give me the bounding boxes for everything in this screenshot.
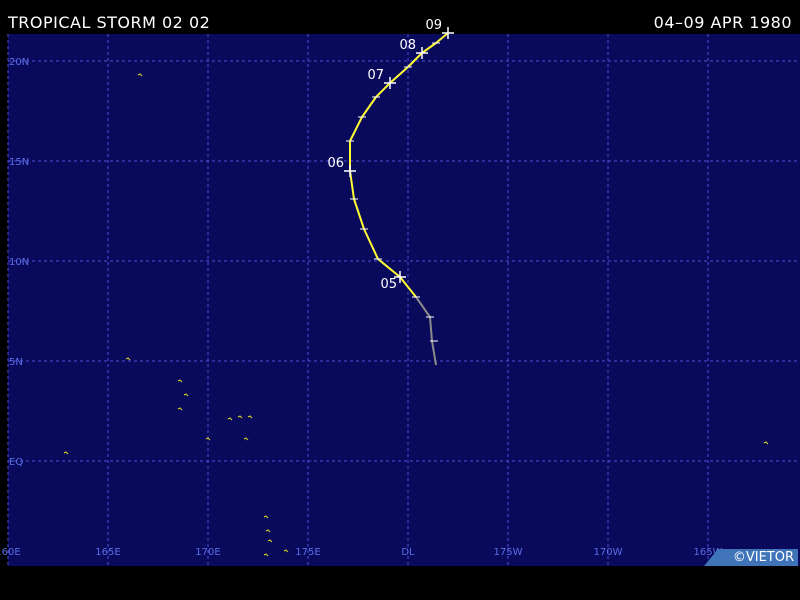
lat-label: EQ [9,457,23,468]
daily-position-label: 06 [327,156,344,171]
track-map: 0506070809 25N20N15N10N5NEQ160E165E170E1… [0,18,800,566]
lat-label: 5N [9,357,23,368]
daily-position-label: 09 [425,18,442,33]
lat-label: 15N [9,157,29,168]
daily-position-label: 05 [380,277,397,292]
daily-position-label: 08 [399,38,416,53]
lon-label: 170W [594,547,623,558]
lon-label: 170E [195,547,220,558]
lat-label: 20N [9,57,29,68]
lat-label: 10N [9,257,29,268]
daily-position-label: 07 [367,68,384,83]
lon-label: DL [401,547,415,558]
lon-label: 175W [494,547,523,558]
lon-label: 175E [295,547,320,558]
footer-bar [0,566,800,600]
credit-badge: ©VIETOR [704,549,798,566]
lon-label: 160E [0,547,21,558]
lon-label: 165E [95,547,120,558]
ocean-background [8,34,800,566]
